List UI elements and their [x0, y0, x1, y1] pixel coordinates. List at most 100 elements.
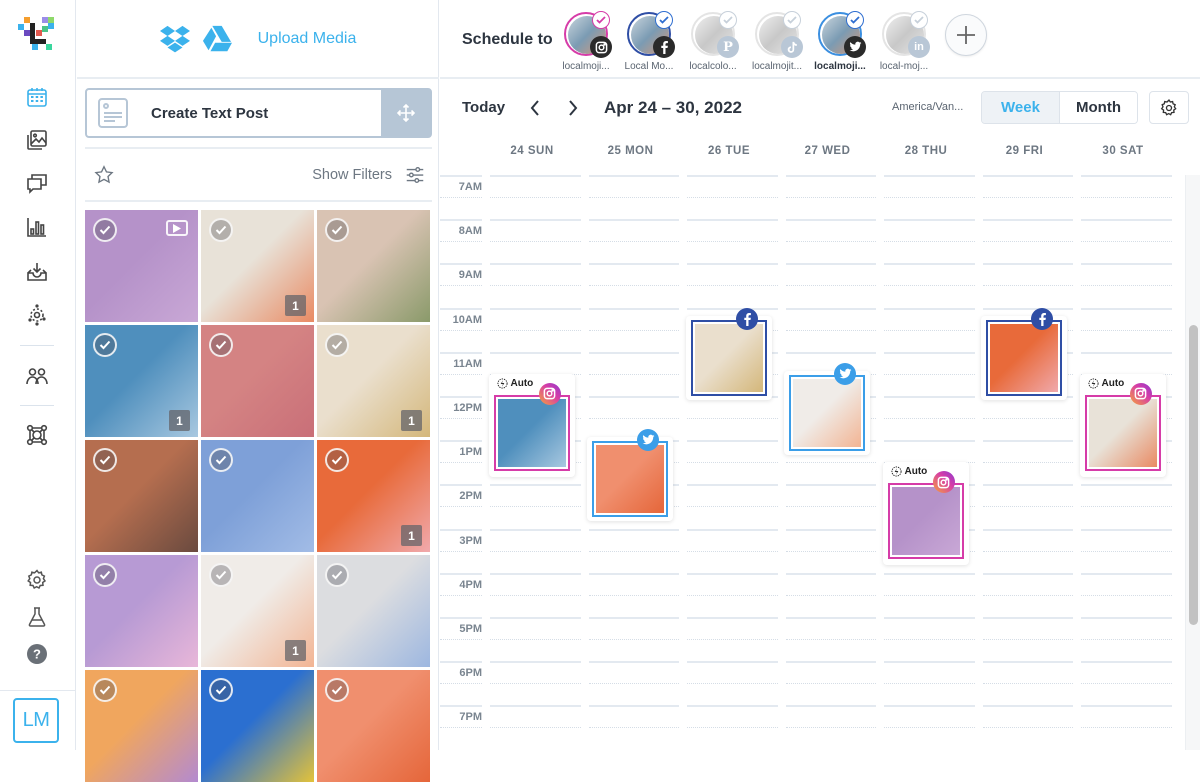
time-slot[interactable] [1081, 661, 1172, 664]
select-checkbox[interactable] [93, 218, 117, 242]
time-slot[interactable] [982, 440, 1073, 443]
time-slot[interactable] [884, 572, 975, 575]
select-checkbox[interactable] [325, 333, 349, 357]
time-slot[interactable] [884, 661, 975, 664]
drag-handle[interactable] [381, 90, 430, 136]
time-slot[interactable] [490, 528, 581, 531]
time-slot[interactable] [490, 661, 581, 664]
scheduled-post-instagram[interactable]: Auto [1079, 373, 1166, 477]
scheduled-post-twitter[interactable] [587, 429, 673, 522]
nav-conversations[interactable] [24, 170, 50, 196]
nav-team[interactable] [24, 363, 50, 389]
select-checkbox[interactable] [93, 333, 117, 357]
scheduled-post-instagram[interactable]: Auto [882, 462, 969, 566]
nav-settings[interactable] [24, 567, 50, 593]
scheduled-post-facebook[interactable] [981, 307, 1067, 400]
time-slot[interactable] [588, 572, 679, 575]
calendar-settings-button[interactable] [1149, 91, 1189, 124]
time-slot[interactable] [490, 219, 581, 222]
time-slot[interactable] [687, 617, 778, 619]
account-pinterest[interactable]: P localcolo... [678, 11, 748, 72]
nav-integrations[interactable] [24, 422, 50, 448]
next-week-button[interactable] [563, 97, 583, 119]
time-slot[interactable] [884, 396, 975, 398]
time-slot[interactable] [490, 617, 581, 619]
time-slot[interactable] [687, 440, 778, 443]
time-slot[interactable] [884, 307, 975, 310]
upload-media-link[interactable]: Upload Media [258, 30, 357, 48]
media-tile[interactable] [201, 325, 314, 437]
time-slot[interactable] [785, 617, 876, 619]
time-slot[interactable] [982, 484, 1073, 487]
time-slot[interactable] [687, 219, 778, 222]
media-tile[interactable] [317, 210, 430, 322]
time-slot[interactable] [687, 528, 778, 531]
time-slot[interactable] [785, 484, 876, 487]
time-slot[interactable] [884, 440, 975, 443]
add-account-button[interactable] [945, 14, 987, 56]
select-checkbox[interactable] [209, 563, 233, 587]
time-slot[interactable] [884, 263, 975, 266]
time-slot[interactable] [884, 175, 975, 177]
time-slot[interactable] [687, 263, 778, 266]
time-slot[interactable] [1081, 572, 1172, 575]
nav-media[interactable] [24, 127, 50, 153]
time-slot[interactable] [588, 528, 679, 531]
select-checkbox[interactable] [93, 448, 117, 472]
media-tile[interactable] [85, 440, 198, 552]
create-text-post-button[interactable]: Create Text Post [85, 88, 432, 138]
user-avatar[interactable]: LM [13, 698, 59, 743]
time-slot[interactable] [1081, 263, 1172, 266]
show-filters-button[interactable]: Show Filters [312, 167, 392, 183]
time-slot[interactable] [982, 617, 1073, 619]
media-tile[interactable]: 1 [201, 555, 314, 667]
previous-week-button[interactable] [525, 97, 545, 119]
dropbox-icon[interactable] [159, 24, 190, 54]
time-slot[interactable] [785, 528, 876, 531]
account-linkedin[interactable]: in local-moj... [869, 11, 939, 72]
select-checkbox[interactable] [209, 333, 233, 357]
time-slot[interactable] [490, 351, 581, 354]
time-slot[interactable] [884, 219, 975, 222]
account-instagram[interactable]: localmoji... [551, 11, 621, 72]
time-slot[interactable] [785, 219, 876, 222]
select-checkbox[interactable] [93, 563, 117, 587]
media-tile[interactable] [85, 555, 198, 667]
time-slot[interactable] [490, 175, 581, 177]
today-button[interactable]: Today [462, 99, 505, 116]
scheduled-post-facebook[interactable] [685, 307, 772, 400]
calendar-scrollbar[interactable] [1185, 175, 1200, 750]
time-slot[interactable] [785, 263, 876, 266]
time-slot[interactable] [490, 705, 581, 708]
time-slot[interactable] [982, 661, 1073, 664]
app-logo-icon[interactable] [18, 17, 56, 51]
nav-inbox[interactable] [24, 259, 50, 285]
nav-calendar[interactable] [24, 84, 50, 110]
sliders-icon[interactable] [404, 164, 426, 186]
nav-labs[interactable] [24, 604, 50, 630]
select-checkbox[interactable] [325, 448, 349, 472]
time-slot[interactable] [1081, 484, 1172, 487]
time-slot[interactable] [1081, 351, 1172, 354]
google-drive-icon[interactable] [202, 24, 232, 54]
time-slot[interactable] [588, 263, 679, 266]
account-tiktok[interactable]: localmojit... [742, 11, 812, 72]
time-slot[interactable] [982, 572, 1073, 575]
time-slot[interactable] [785, 175, 876, 177]
time-slot[interactable] [1081, 307, 1172, 310]
month-view-button[interactable]: Month [1060, 92, 1137, 123]
star-icon[interactable] [93, 164, 115, 186]
time-slot[interactable] [785, 307, 876, 310]
time-slot[interactable] [1081, 705, 1172, 708]
time-slot[interactable] [588, 617, 679, 619]
time-slot[interactable] [490, 307, 581, 310]
time-slot[interactable] [982, 219, 1073, 222]
select-checkbox[interactable] [325, 563, 349, 587]
scheduled-post-instagram[interactable]: Auto [488, 373, 575, 477]
time-slot[interactable] [687, 572, 778, 575]
time-slot[interactable] [1081, 219, 1172, 222]
media-tile[interactable] [85, 670, 198, 782]
time-slot[interactable] [982, 307, 1073, 310]
time-slot[interactable] [588, 351, 679, 354]
time-slot[interactable] [982, 705, 1073, 708]
